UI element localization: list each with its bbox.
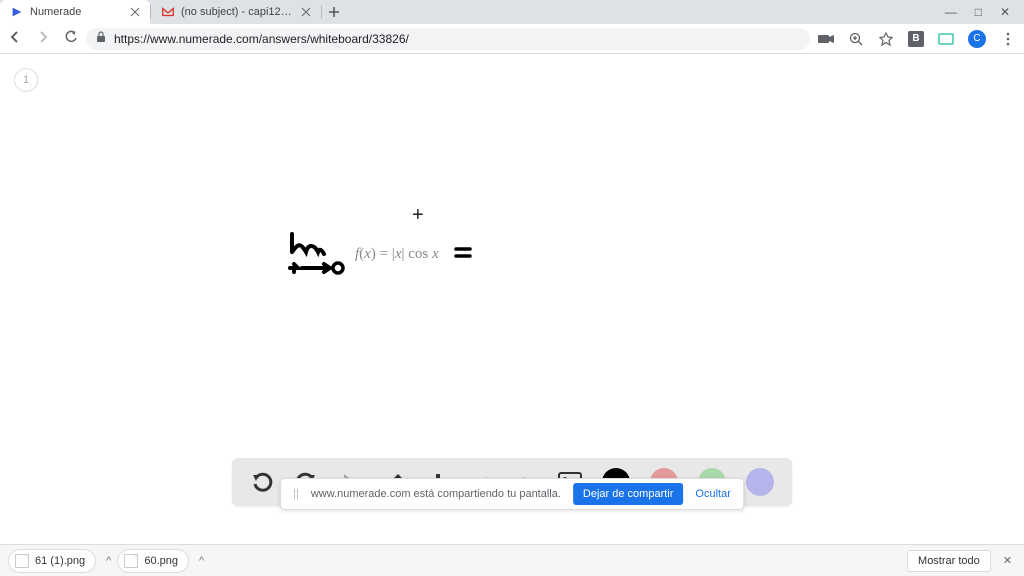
profile-avatar[interactable]: C (968, 30, 986, 48)
screen-share-banner: || www.numerade.com está compartiendo tu… (280, 478, 744, 510)
close-window-button[interactable]: ✕ (1000, 5, 1010, 19)
forward-button[interactable] (36, 30, 50, 47)
handwriting-equals (454, 244, 474, 262)
address-bar[interactable]: https://www.numerade.com/answers/whitebo… (86, 28, 810, 50)
download-item[interactable]: 61 (1).png (8, 549, 96, 573)
formula-text: f(x) = |x| cos x (355, 246, 439, 263)
menu-icon[interactable] (1000, 31, 1016, 47)
new-tab-button[interactable] (322, 0, 346, 24)
extension-b-icon[interactable]: B (908, 31, 924, 47)
numerade-favicon (10, 5, 24, 19)
download-item[interactable]: 60.png (117, 549, 189, 573)
camera-icon[interactable] (818, 31, 834, 47)
bookmark-star-icon[interactable] (878, 31, 894, 47)
nav-buttons (8, 30, 78, 47)
share-message: www.numerade.com está compartiendo tu pa… (311, 488, 561, 500)
file-icon (15, 554, 29, 568)
maximize-button[interactable]: □ (975, 5, 982, 19)
show-all-downloads-button[interactable]: Mostrar todo (907, 550, 991, 572)
page-number-badge[interactable]: 1 (14, 68, 38, 92)
browser-toolbar: https://www.numerade.com/answers/whitebo… (0, 24, 1024, 54)
tab-numerade[interactable]: Numerade (0, 0, 150, 24)
whiteboard-canvas[interactable]: 1 + f(x) = |x| cos x A (0, 54, 1024, 544)
hide-banner-button[interactable]: Ocultar (695, 488, 730, 500)
tab-gmail[interactable]: (no subject) - capi1206@colorad (151, 0, 321, 24)
download-shelf: 61 (1).png ^ 60.png ^ Mostrar todo ✕ (0, 544, 1024, 576)
chevron-up-icon[interactable]: ^ (106, 555, 111, 567)
tab-title: Numerade (30, 6, 124, 18)
zoom-icon[interactable] (848, 31, 864, 47)
download-filename: 60.png (144, 555, 178, 567)
gmail-favicon (161, 5, 175, 19)
window-controls: — □ ✕ (931, 0, 1024, 24)
cast-icon[interactable] (938, 31, 954, 47)
reload-button[interactable] (64, 30, 78, 47)
close-icon[interactable] (301, 7, 311, 17)
stop-sharing-button[interactable]: Dejar de compartir (573, 483, 683, 505)
close-icon[interactable] (130, 7, 140, 17)
browser-titlebar: Numerade (no subject) - capi1206@colorad… (0, 0, 1024, 24)
crosshair-cursor: + (412, 204, 424, 227)
extension-icons: B C (818, 30, 1016, 48)
tab-title: (no subject) - capi1206@colorad (181, 6, 295, 18)
handwriting-lim (284, 230, 354, 280)
url-text: https://www.numerade.com/answers/whitebo… (114, 32, 409, 46)
share-sep: || (293, 488, 299, 500)
download-filename: 61 (1).png (35, 555, 85, 567)
back-button[interactable] (8, 30, 22, 47)
file-icon (124, 554, 138, 568)
tab-strip: Numerade (no subject) - capi1206@colorad (0, 0, 931, 24)
close-shelf-button[interactable]: ✕ (999, 554, 1016, 567)
lock-icon (96, 31, 106, 46)
undo-button[interactable] (250, 470, 274, 494)
color-purple[interactable] (746, 468, 774, 496)
chevron-up-icon[interactable]: ^ (199, 555, 204, 567)
minimize-button[interactable]: — (945, 5, 957, 19)
